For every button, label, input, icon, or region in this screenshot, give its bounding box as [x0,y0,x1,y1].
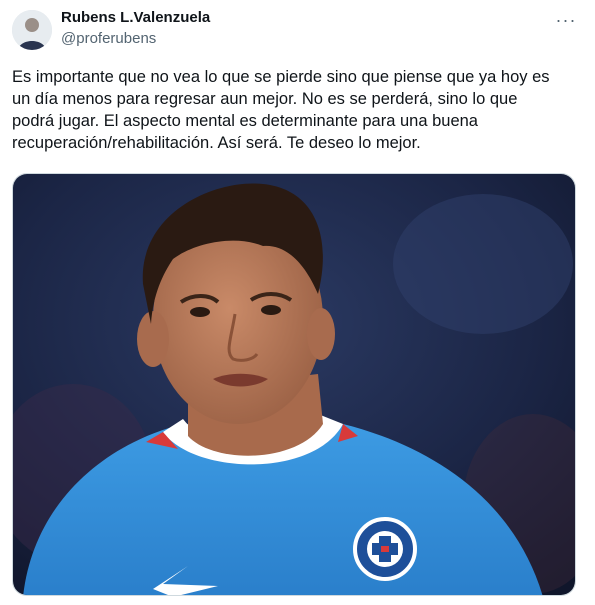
tweet-text-line: recuperación/rehabilitación. Así será. T… [12,134,421,152]
more-horizontal-icon: ··· [555,9,577,30]
tweet-card: Rubens L.Valenzuela @proferubens ··· Es … [0,0,595,605]
author-display-name[interactable]: Rubens L.Valenzuela [61,9,210,26]
author-avatar[interactable] [12,10,52,50]
more-options-button[interactable]: ··· [554,8,578,32]
tweet-text-line: Es importante que no vea lo que se pierd… [12,68,550,86]
tweet-media-image[interactable] [12,173,576,596]
football-player-photo [13,174,575,595]
user-avatar-icon [12,10,52,50]
tweet-text-line: un día menos para regresar aun mejor. No… [12,90,518,108]
author-handle[interactable]: @proferubens [61,30,156,47]
tweet-text-line: podrá jugar. El aspecto mental es determ… [12,112,478,130]
tweet-text: Es importante que no vea lo que se pierd… [12,66,587,154]
